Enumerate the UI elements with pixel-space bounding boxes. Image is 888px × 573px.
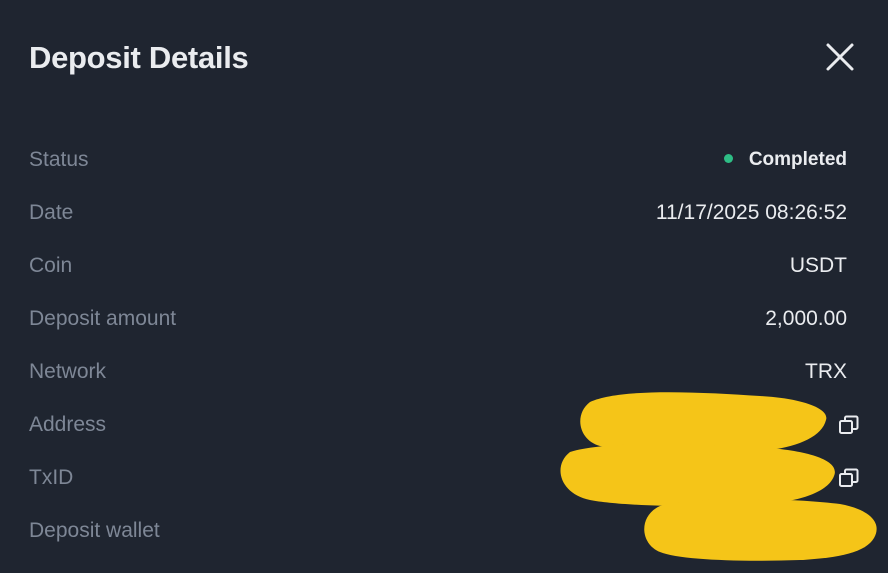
date-label: Date bbox=[29, 201, 74, 224]
amount-row: Deposit amount 2,000.00 bbox=[29, 304, 847, 334]
wallet-row: Deposit wallet bbox=[29, 516, 847, 546]
close-icon bbox=[826, 43, 854, 71]
txid-row: TxID bbox=[29, 463, 859, 493]
txid-label: TxID bbox=[29, 466, 74, 489]
network-value: TRX bbox=[805, 360, 847, 383]
txid-link-button[interactable] bbox=[799, 466, 823, 490]
wallet-label: Deposit wallet bbox=[29, 519, 160, 542]
network-row: Network TRX bbox=[29, 357, 847, 387]
txid-copy-button[interactable] bbox=[837, 466, 861, 490]
address-copy-button[interactable] bbox=[837, 413, 861, 437]
deposit-details-dialog: Deposit Details Status Completed Date 11… bbox=[0, 0, 888, 573]
link-icon bbox=[802, 468, 820, 488]
status-label: Status bbox=[29, 148, 89, 171]
coin-row: Coin USDT bbox=[29, 251, 847, 281]
coin-label: Coin bbox=[29, 254, 73, 277]
copy-icon bbox=[839, 468, 859, 487]
status-row: Status Completed bbox=[29, 145, 847, 175]
status-badge: Completed bbox=[723, 145, 847, 175]
link-icon bbox=[802, 415, 820, 435]
address-row: Address bbox=[29, 410, 859, 440]
date-value: 11/17/2025 08:26:52 bbox=[655, 201, 847, 224]
amount-label: Deposit amount bbox=[29, 307, 177, 330]
status-dot-icon bbox=[723, 153, 733, 163]
address-link-button[interactable] bbox=[799, 413, 823, 437]
close-button[interactable] bbox=[820, 37, 860, 77]
coin-value: USDT bbox=[789, 254, 847, 277]
address-label: Address bbox=[29, 413, 107, 436]
amount-value: 2,000.00 bbox=[765, 307, 847, 330]
status-value: Completed bbox=[748, 149, 847, 170]
date-row: Date 11/17/2025 08:26:52 bbox=[29, 198, 847, 228]
dialog-title: Deposit Details bbox=[29, 40, 249, 75]
copy-icon bbox=[839, 415, 859, 434]
network-label: Network bbox=[29, 360, 107, 383]
